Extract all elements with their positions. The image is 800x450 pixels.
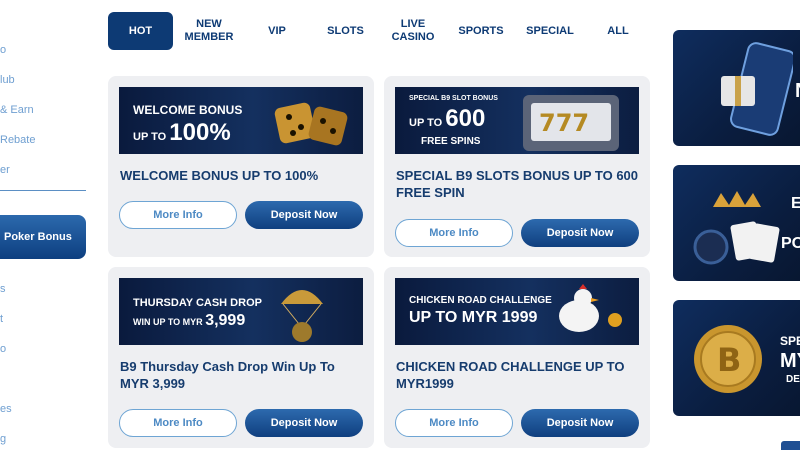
tab-all[interactable]: ALL xyxy=(590,12,646,50)
sidebar-divider xyxy=(0,190,86,191)
sidebar-item-10[interactable]: g xyxy=(0,433,6,445)
deposit-now-button[interactable]: Deposit Now xyxy=(521,219,639,247)
banner-value: 1999 xyxy=(501,309,538,326)
card-title: WELCOME BONUS UP TO 100% xyxy=(120,168,319,183)
tab-sports[interactable]: SPORTS xyxy=(451,12,511,50)
tab-vip[interactable]: VIP xyxy=(246,12,308,50)
svg-text:B: B xyxy=(717,341,741,379)
sidebar-item-6[interactable]: s xyxy=(0,283,6,295)
banner-line3: FREE SPINS xyxy=(421,136,481,147)
promo-card-chicken-road: CHICKEN ROAD CHALLENGE UP TO MYR 1999 CH… xyxy=(384,267,650,448)
deposit-now-button[interactable]: Deposit Now xyxy=(245,409,363,437)
banner-prefix: UP TO MYR xyxy=(409,309,498,326)
banner-value: 600 xyxy=(445,105,486,132)
card-title: SPECIAL B9 SLOTS BONUS UP TO 600 FREE SP… xyxy=(396,168,639,200)
side-promo-banner-1[interactable]: N xyxy=(673,30,800,146)
side-promo-banner-2[interactable]: E PO xyxy=(673,165,800,281)
side-promo-text-mid: MY xyxy=(780,350,800,372)
svg-text:777: 777 xyxy=(539,109,589,137)
bitcoin-coin-icon: B xyxy=(694,325,762,393)
promo-banner-welcome[interactable]: WELCOME BONUS UP TO 100% xyxy=(119,87,363,154)
tab-new-member[interactable]: NEW MEMBER xyxy=(176,12,242,50)
tab-special[interactable]: SPECIAL xyxy=(518,12,582,50)
sidebar-item-7[interactable]: t xyxy=(0,313,3,325)
deposit-now-button[interactable]: Deposit Now xyxy=(245,201,363,229)
banner-line1: WELCOME BONUS xyxy=(133,103,243,117)
side-promo-text-bottom: PO xyxy=(781,235,800,252)
poker-bonus-button[interactable]: Poker Bonus xyxy=(0,215,86,259)
side-promo-text-top: SPE xyxy=(780,334,800,348)
more-info-button[interactable]: More Info xyxy=(119,201,237,229)
banner-value: 100% xyxy=(169,119,231,146)
scroll-to-top-button[interactable] xyxy=(781,441,800,450)
more-info-button[interactable]: More Info xyxy=(395,409,513,437)
sidebar-item-rebate[interactable]: Rebate xyxy=(0,134,35,146)
sidebar-item-1[interactable]: o xyxy=(0,44,6,56)
side-promo-text-top: E xyxy=(791,195,800,212)
sidebar-item-5[interactable]: er xyxy=(0,164,10,176)
sidebar-item-refer-earn[interactable]: & Earn xyxy=(0,104,34,116)
promo-banner-slot[interactable]: SPECIAL B9 SLOT BONUS UP TO 600 FREE SPI… xyxy=(395,87,639,154)
promo-card-slot-bonus: SPECIAL B9 SLOT BONUS UP TO 600 FREE SPI… xyxy=(384,76,650,257)
chicken-icon xyxy=(559,284,622,332)
promo-banner-cash-drop[interactable]: THURSDAY CASH DROP WIN UP TO MYR 3,999 xyxy=(119,278,363,345)
parachute-money-bag-icon xyxy=(281,290,323,342)
phone-gift-icon xyxy=(721,42,793,136)
promo-card-welcome: WELCOME BONUS UP TO 100% WELCOME BONUS U… xyxy=(108,76,374,257)
side-promo-banner-3[interactable]: B SPE MY DE xyxy=(673,300,800,416)
side-promo-text: N xyxy=(795,80,800,103)
sidebar-item-club[interactable]: lub xyxy=(0,74,15,86)
banner-line1: SPECIAL B9 SLOT BONUS xyxy=(409,95,498,102)
banner-line2: UP TO 600 xyxy=(409,105,485,133)
dice-icon xyxy=(274,102,348,146)
sidebar: o lub & Earn Rebate er Poker Bonus s t o… xyxy=(0,0,96,450)
deposit-now-button[interactable]: Deposit Now xyxy=(521,409,639,437)
promotions-page: o lub & Earn Rebate er Poker Bonus s t o… xyxy=(0,0,800,450)
card-title: B9 Thursday Cash Drop Win Up To MYR 3,99… xyxy=(120,359,335,391)
crown-cards-icon xyxy=(693,191,780,265)
promo-banner-chicken-road[interactable]: CHICKEN ROAD CHALLENGE UP TO MYR 1999 xyxy=(395,278,639,345)
banner-line2: UP TO MYR 1999 xyxy=(409,309,537,327)
banner-prefix: UP TO xyxy=(133,131,167,143)
card-title: CHICKEN ROAD CHALLENGE UP TO MYR1999 xyxy=(396,359,625,391)
tab-hot[interactable]: HOT xyxy=(108,12,173,50)
banner-line2: UP TO 100% xyxy=(133,119,231,147)
promo-card-cash-drop: THURSDAY CASH DROP WIN UP TO MYR 3,999 B… xyxy=(108,267,374,448)
tab-slots[interactable]: SLOTS xyxy=(313,12,378,50)
banner-line2: WIN UP TO MYR 3,999 xyxy=(133,312,245,330)
category-tabs: HOT NEW MEMBER VIP SLOTS LIVE CASINO SPO… xyxy=(108,12,653,50)
banner-line1: CHICKEN ROAD CHALLENGE xyxy=(409,295,552,306)
banner-prefix: UP TO xyxy=(409,117,443,129)
banner-value: 3,999 xyxy=(205,312,246,329)
banner-prefix: WIN UP TO MYR xyxy=(133,317,203,327)
tab-live-casino[interactable]: LIVE CASINO xyxy=(378,12,448,50)
banner-line1: THURSDAY CASH DROP xyxy=(133,297,262,309)
sidebar-item-8[interactable]: o xyxy=(0,343,6,355)
side-promo-text-bottom: DE xyxy=(786,374,800,385)
more-info-button[interactable]: More Info xyxy=(395,219,513,247)
more-info-button[interactable]: More Info xyxy=(119,409,237,437)
sidebar-item-9[interactable]: es xyxy=(0,403,12,415)
slot-machine-icon: 777 xyxy=(523,95,619,151)
